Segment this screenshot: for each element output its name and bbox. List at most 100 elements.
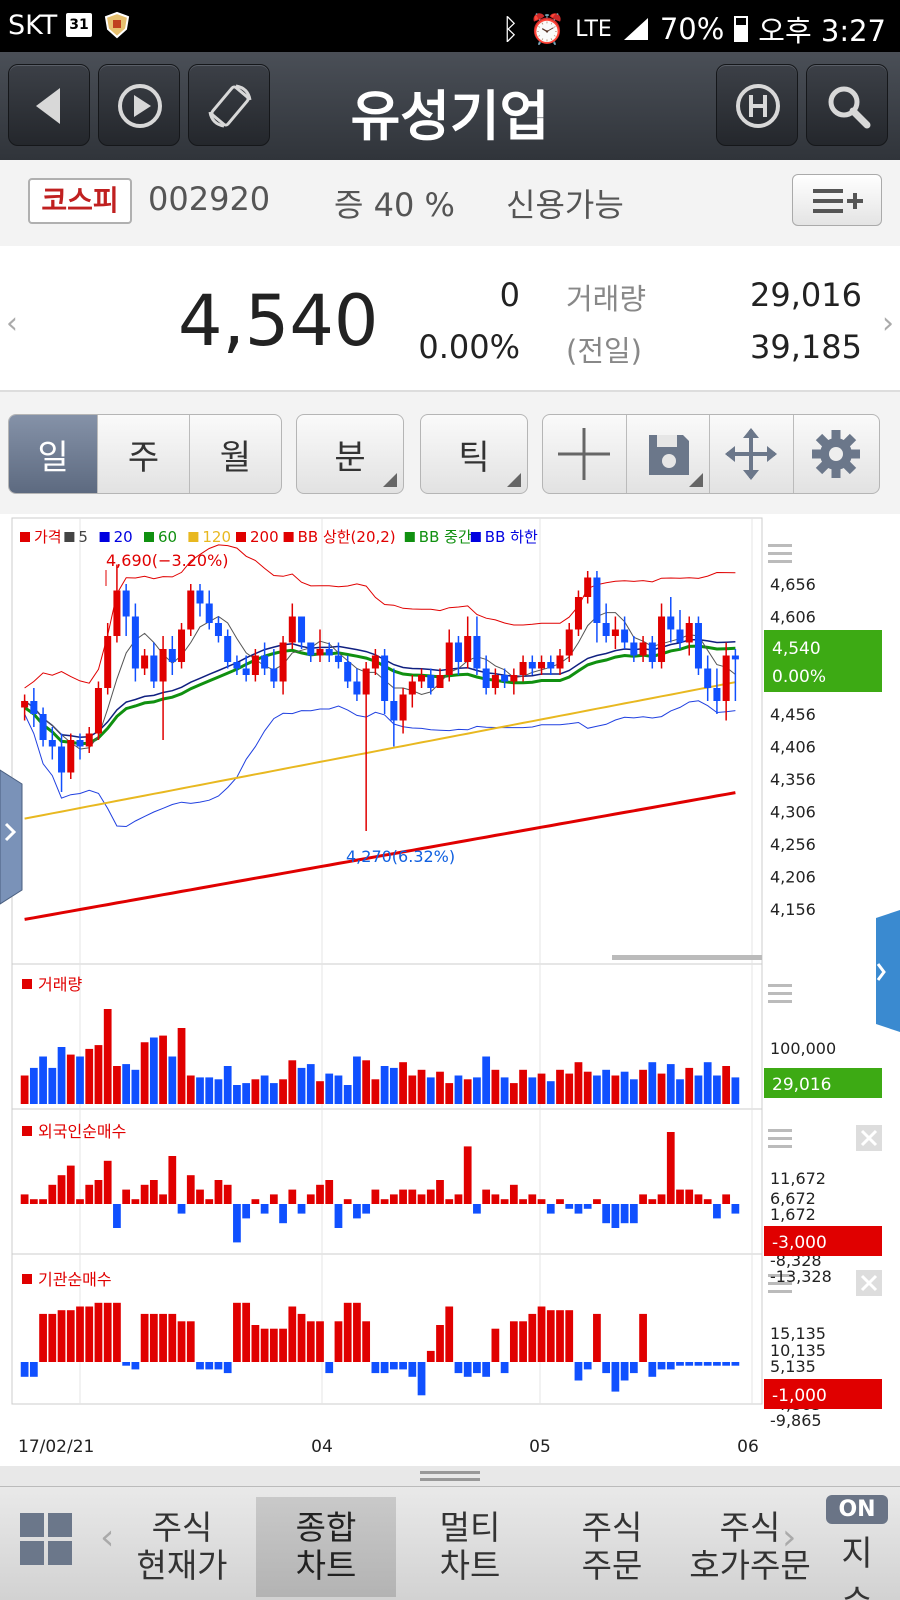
foreign-bar xyxy=(463,1146,472,1204)
foreign-bar xyxy=(122,1189,131,1204)
market-badge: 코스피 xyxy=(28,178,132,224)
panel-resize-handle[interactable] xyxy=(0,1466,900,1486)
foreign-bar xyxy=(279,1204,287,1224)
inst-bar xyxy=(66,1310,75,1362)
tabs-right-arrow-icon[interactable]: › xyxy=(782,1517,796,1558)
chart-area[interactable]: 가격 5 20 60 120 200 BB 상한(20,2) BB 중간 BB 하한 4,690(… xyxy=(0,514,900,1464)
volume-bar xyxy=(177,1028,186,1104)
foreign-bar xyxy=(426,1189,435,1204)
foreign-bar xyxy=(454,1194,463,1204)
candle-body xyxy=(113,590,121,636)
candle-body xyxy=(150,655,158,682)
inst-bar xyxy=(509,1321,518,1362)
stock-name[interactable]: 유성기업 xyxy=(250,72,650,151)
candle-body xyxy=(353,681,361,695)
inst-bar xyxy=(611,1362,620,1392)
tab-quote-order[interactable]: 주식 호가주문 xyxy=(680,1497,820,1597)
period-selector: 일 주 월 xyxy=(8,414,282,494)
inst-bar xyxy=(417,1362,426,1396)
history-button[interactable] xyxy=(716,64,798,146)
inst-bar xyxy=(186,1321,195,1362)
candle-body xyxy=(611,629,619,636)
foreign-bar xyxy=(629,1204,638,1224)
next-stock-arrow-icon[interactable]: › xyxy=(882,306,894,341)
volume-bar xyxy=(66,1054,75,1104)
panel-menu-icon xyxy=(768,1129,792,1132)
volume-bar xyxy=(214,1079,223,1104)
candle-body xyxy=(390,701,398,721)
price-bar: ‹ 4,540 0 0.00% 거래량 (전일) 29,016 39,185 › xyxy=(0,246,900,392)
tick-label: 틱 xyxy=(458,437,490,478)
volume-bar xyxy=(500,1077,509,1104)
play-button[interactable] xyxy=(98,64,180,146)
foreign-bar xyxy=(362,1204,371,1214)
inst-bar xyxy=(269,1328,278,1362)
volume-bar xyxy=(159,1035,167,1104)
inst-bar xyxy=(713,1362,721,1366)
volume-value: 29,016 xyxy=(750,276,862,314)
volume-bar xyxy=(583,1071,592,1104)
price-tag-value: 4,540 xyxy=(772,639,821,659)
panel-menu-icon xyxy=(768,1145,792,1148)
volume-bar xyxy=(279,1079,287,1104)
inst-bar xyxy=(694,1362,703,1366)
dropdown-corner-icon xyxy=(689,473,703,487)
tab-stock-price[interactable]: 주식 현재가 xyxy=(112,1497,252,1597)
inst-bar xyxy=(685,1362,694,1366)
inst-bar xyxy=(648,1362,657,1377)
inst-bar xyxy=(436,1325,444,1362)
legend-label: BB 상한(20,2) xyxy=(298,528,396,546)
inst-tag-value: -1,000 xyxy=(772,1386,827,1406)
price-change-rate: 0.00% xyxy=(418,328,520,366)
panel-menu-icon xyxy=(768,560,792,563)
period-month-button[interactable]: 월 xyxy=(190,415,281,493)
period-tick-button[interactable]: 틱 xyxy=(421,415,527,493)
period-week-button[interactable]: 주 xyxy=(98,415,190,493)
prev-stock-arrow-icon[interactable]: ‹ xyxy=(6,306,18,341)
inst-bar xyxy=(463,1362,472,1377)
candle-body xyxy=(141,655,149,669)
index-toggle[interactable]: ON 지수 xyxy=(826,1495,888,1600)
inst-bar xyxy=(371,1362,380,1374)
inst-bar xyxy=(657,1362,666,1370)
volume-bar xyxy=(288,1060,297,1104)
period-day-button[interactable]: 일 xyxy=(9,415,99,493)
inst-panel-frame xyxy=(11,1253,763,1405)
legend-label: 가격 xyxy=(34,528,62,546)
candle-body xyxy=(630,642,638,656)
candle-body xyxy=(187,590,195,630)
period-minute-button[interactable]: 분 xyxy=(297,415,403,493)
current-price: 4,540 xyxy=(178,280,379,362)
chart-canvas[interactable]: 가격 5 20 60 120 200 BB 상한(20,2) BB 중간 BB 하한 4,690(… xyxy=(0,514,900,1464)
candle-body xyxy=(85,733,93,747)
move-button[interactable] xyxy=(710,415,794,493)
back-button[interactable] xyxy=(8,64,90,146)
foreign-bar xyxy=(389,1194,398,1204)
add-to-list-button[interactable] xyxy=(792,174,882,226)
search-icon xyxy=(828,86,871,129)
tab-total-chart[interactable]: 종합 차트 xyxy=(256,1497,396,1597)
tab-multi-chart[interactable]: 멀티 차트 xyxy=(400,1497,540,1597)
legend-label: 120 xyxy=(202,528,231,546)
settings-button[interactable] xyxy=(794,415,879,493)
search-button[interactable] xyxy=(806,64,888,146)
inst-bar xyxy=(205,1362,214,1370)
inst-bar xyxy=(399,1362,407,1370)
volume-bar xyxy=(48,1067,57,1104)
crosshair-button[interactable] xyxy=(543,415,627,493)
foreign-bar xyxy=(666,1132,675,1204)
inst-bar xyxy=(583,1362,592,1370)
volume-bar xyxy=(731,1077,740,1104)
tab-stock-order[interactable]: 주식 주문 xyxy=(542,1497,682,1597)
candle-body xyxy=(122,590,130,617)
candle-body xyxy=(584,577,592,597)
save-button[interactable] xyxy=(627,415,710,493)
candle-body xyxy=(39,714,47,740)
battery-percent: 70% xyxy=(659,12,725,46)
inst-bar xyxy=(482,1362,491,1377)
foreign-bar xyxy=(380,1199,389,1204)
grid-menu-icon[interactable] xyxy=(18,1511,74,1567)
volume-bar xyxy=(186,1075,195,1104)
foreign-bar xyxy=(343,1199,352,1204)
candle-body xyxy=(436,675,444,688)
